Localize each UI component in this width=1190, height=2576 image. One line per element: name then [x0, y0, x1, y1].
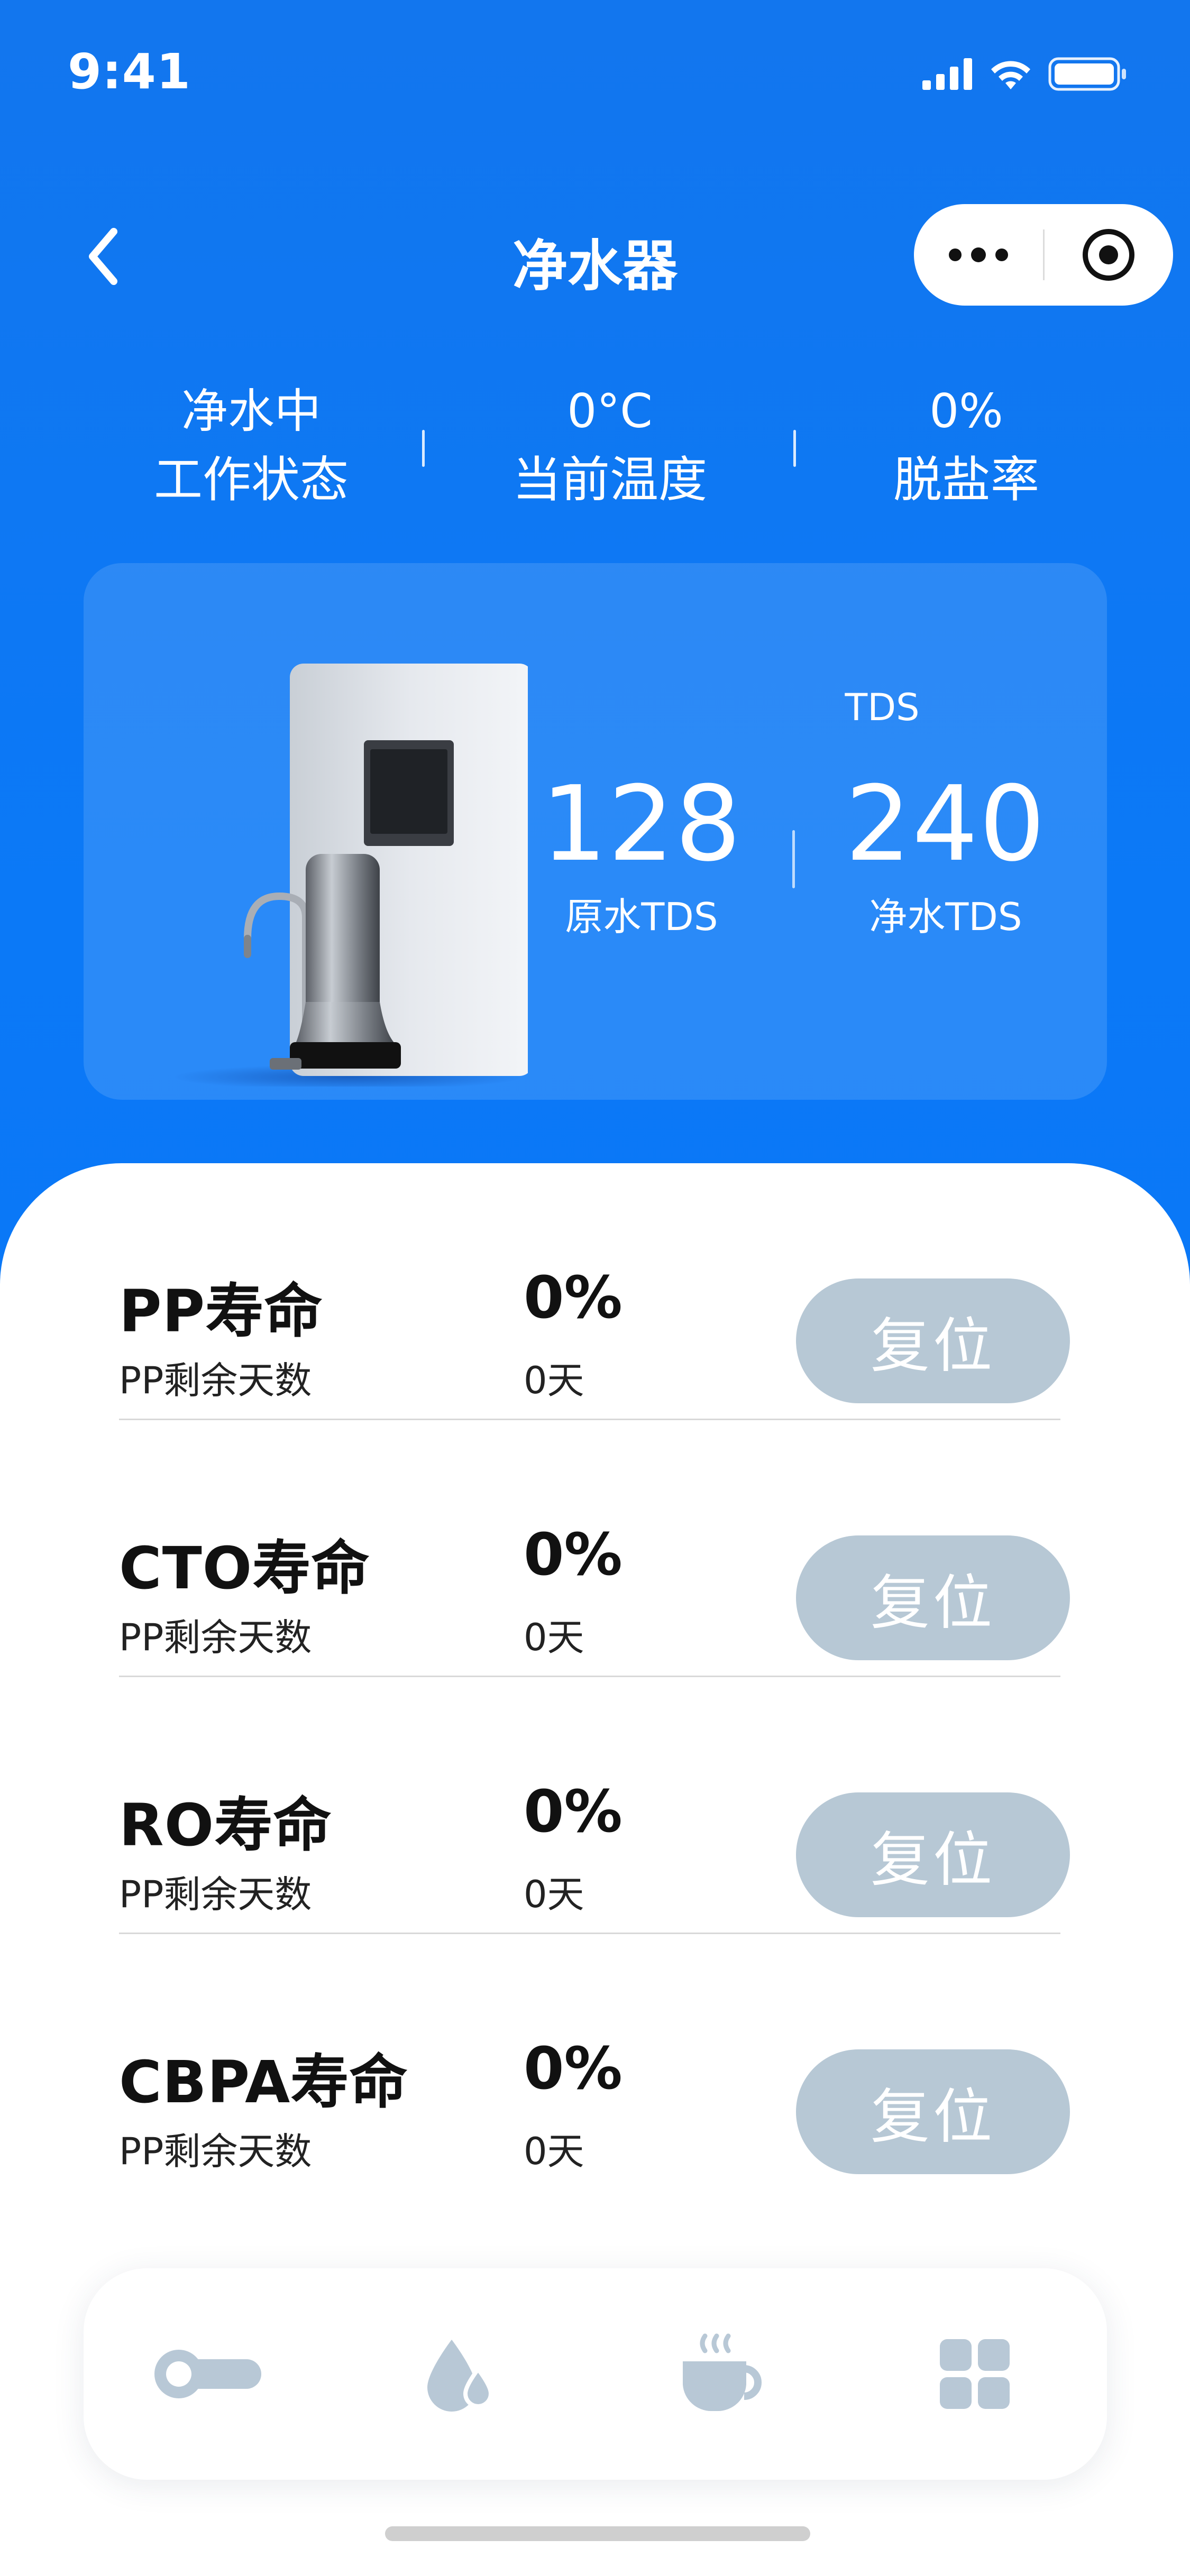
- filter-sub: PP剩余天数: [119, 1359, 312, 1402]
- filter-days: 0天: [524, 1616, 584, 1659]
- water-purifier-image: [173, 664, 528, 1087]
- stat-temperature: 0°C 当前温度: [472, 380, 747, 517]
- tds-divider: [792, 830, 795, 888]
- filter-name: CBPA寿命: [119, 2048, 408, 2116]
- stat-label: 工作状态: [153, 452, 349, 508]
- filter-name: CTO寿命: [119, 1534, 370, 1602]
- tab-coffee[interactable]: [656, 2311, 783, 2437]
- status-bar: 9:41: [0, 0, 1190, 159]
- tab-more[interactable]: [911, 2311, 1038, 2437]
- raw-tds-label: 原水TDS: [565, 895, 718, 939]
- stat-desalination: 0% 脱盐率: [829, 380, 1104, 517]
- stat-divider: [793, 430, 796, 467]
- more-button[interactable]: [914, 204, 1043, 306]
- stat-work-status: 净水中 工作状态: [114, 380, 389, 517]
- reset-button[interactable]: 复位: [796, 1278, 1070, 1403]
- filter-percent: 0%: [524, 2035, 623, 2102]
- reset-button[interactable]: 复位: [796, 1792, 1070, 1917]
- filter-days: 0天: [524, 1359, 584, 1402]
- home-indicator: [385, 2526, 810, 2541]
- status-stats: 净水中 工作状态 0°C 当前温度 0% 脱盐率: [0, 380, 1190, 517]
- grid-icon: [940, 2339, 1010, 2409]
- filter-sub: PP剩余天数: [119, 1616, 312, 1659]
- status-time: 9:41: [68, 43, 191, 100]
- pure-tds-value: 240: [845, 764, 1047, 885]
- toggle-icon: [154, 2350, 261, 2398]
- filter-name: RO寿命: [119, 1791, 332, 1859]
- stat-value: 0%: [929, 384, 1003, 438]
- reset-button[interactable]: 复位: [796, 1535, 1070, 1660]
- more-dots-icon: [948, 247, 1008, 262]
- wifi-icon: [991, 61, 1030, 89]
- battery-icon: [1048, 57, 1126, 91]
- filter-row-pp: PP寿命 PP剩余天数 0% 0天 复位: [119, 1163, 1070, 1420]
- bottom-tab-bar: [84, 2268, 1107, 2480]
- filter-percent: 0%: [524, 1521, 623, 1588]
- raw-tds-value: 128: [541, 764, 743, 885]
- coffee-cup-icon: [683, 2333, 762, 2411]
- filter-row-cto: CTO寿命 PP剩余天数 0% 0天 复位: [119, 1420, 1070, 1677]
- stat-divider: [422, 430, 425, 467]
- tds-label: TDS: [845, 686, 920, 729]
- filter-percent: 0%: [524, 1264, 623, 1331]
- signal-icon: [922, 58, 972, 90]
- pure-tds-label: 净水TDS: [869, 895, 1022, 939]
- screen: 9:41 净水器 净水中 工作状态 0°C 当前温度 0% 脱盐率 TDS 12…: [0, 0, 1190, 2576]
- filter-row-ro: RO寿命 PP剩余天数 0% 0天 复位: [119, 1677, 1070, 1934]
- reset-button[interactable]: 复位: [796, 2049, 1070, 2174]
- stat-label: 当前温度: [512, 452, 707, 508]
- stat-value: 净水中: [181, 384, 321, 438]
- stat-value: 0°C: [567, 384, 653, 438]
- water-drop-icon: [427, 2340, 493, 2412]
- filter-sub: PP剩余天数: [119, 2130, 312, 2173]
- filter-days: 0天: [524, 2130, 584, 2173]
- filter-days: 0天: [524, 1873, 584, 1916]
- filter-name: PP寿命: [119, 1277, 323, 1345]
- stat-label: 脱盐率: [893, 452, 1039, 508]
- tab-switch[interactable]: [144, 2311, 271, 2437]
- target-close-icon: [1083, 229, 1135, 281]
- tab-water[interactable]: [396, 2311, 523, 2437]
- tds-card: TDS 128 原水TDS 240 净水TDS: [84, 563, 1107, 1100]
- filter-sub: PP剩余天数: [119, 1873, 312, 1916]
- filter-row-cbpa: CBPA寿命 PP剩余天数 0% 0天 复位: [119, 1934, 1070, 2191]
- status-icons: [922, 57, 1128, 91]
- filter-percent: 0%: [524, 1778, 623, 1845]
- mini-program-capsule: [914, 204, 1173, 306]
- close-miniprogram-button[interactable]: [1045, 204, 1174, 306]
